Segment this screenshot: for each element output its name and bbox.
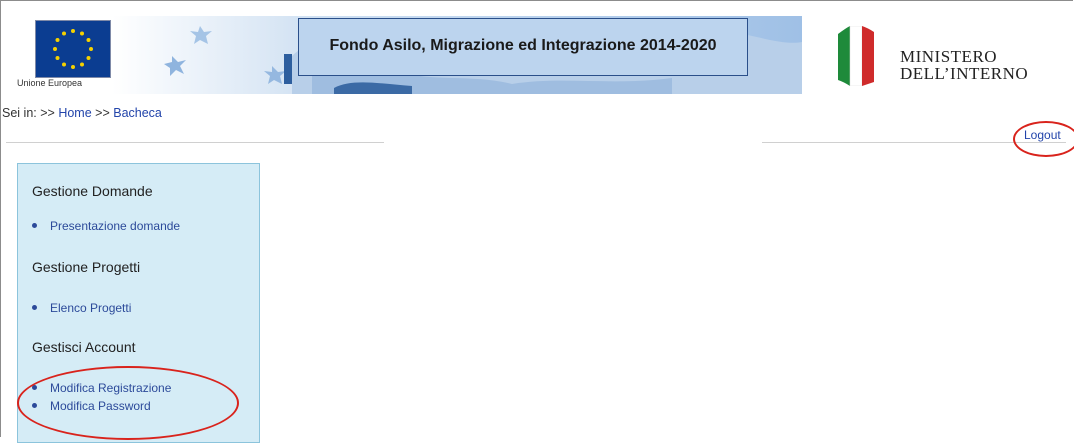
breadcrumb-separator: >> [95,106,110,120]
title-box: Fondo Asilo, Migrazione ed Integrazione … [298,18,748,76]
ministry-name: MINISTERO DELL’INTERNO [900,48,1028,82]
bullet-icon [32,305,37,311]
sidebar-item-elenco-progetti[interactable]: Elenco Progetti [32,301,131,315]
eu-label: Unione Europea [17,78,83,88]
ministry-line2: DELL’INTERNO [900,64,1029,83]
breadcrumb-current-link[interactable]: Bacheca [113,106,162,120]
section-title-gestisci-account: Gestisci Account [32,339,136,355]
logout-annotation-circle [1013,121,1074,157]
section-title-gestione-progetti: Gestione Progetti [32,259,141,275]
section-title-gestione-domande: Gestione Domande [32,183,153,199]
ministero-logo: MINISTERO DELL’INTERNO [832,26,1062,86]
divider-left [6,142,384,143]
sidebar-item-presentazione-domande[interactable]: Presentazione domande [32,219,180,233]
sidebar-item-label: Elenco Progetti [50,301,132,315]
account-items-annotation-circle [17,366,239,440]
sidebar-item-label: Presentazione domande [50,219,181,233]
breadcrumb-prefix: Sei in: >> [2,106,55,120]
italian-flag-icon [838,26,874,86]
ministry-line1: MINISTERO [900,47,998,66]
bullet-icon [32,223,37,229]
breadcrumb-home-link[interactable]: Home [58,106,91,120]
page-title: Fondo Asilo, Migrazione ed Integrazione … [329,37,717,54]
eu-logo: Unione Europea [15,16,111,92]
breadcrumb: Sei in: >> Home >> Bacheca [2,106,162,120]
eu-flag-icon [35,20,111,78]
